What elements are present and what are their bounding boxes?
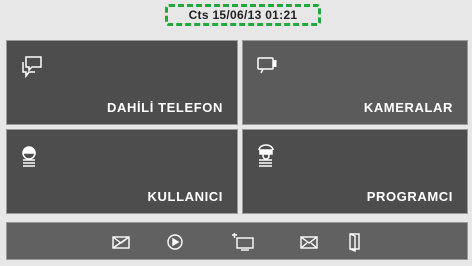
date-time-text: Cts 15/06/13 01:21 [188,8,298,22]
user-tile-label: KULLANICI [147,189,223,204]
user-icon [22,146,36,167]
mail-button[interactable] [299,232,319,252]
ringtone-button[interactable] [165,232,185,252]
video-camera-icon [257,57,277,74]
mail-icon [300,236,318,249]
cameras-tile-button[interactable]: KAMERALAR [242,40,468,125]
monitor-settings-button[interactable] [231,232,255,252]
intercom-tile-button[interactable]: DAHİLİ TELEFON [6,40,238,125]
installer-icon [258,144,274,167]
ringtone-icon [167,234,183,250]
installer-tile-label: PROGRAMCI [366,189,453,204]
chat-bubbles-icon [22,56,42,79]
monitor-settings-icon [232,233,254,251]
message-off-button[interactable] [111,232,131,252]
installer-tile-button[interactable]: PROGRAMCI [242,129,468,214]
date-time-status: Cts 15/06/13 01:21 [165,4,321,26]
intercom-tile-label: DAHİLİ TELEFON [106,100,223,115]
door-button[interactable] [345,232,365,253]
bottom-toolbar [6,222,468,260]
message-off-icon [112,236,130,249]
cameras-tile-label: KAMERALAR [363,100,453,115]
user-tile-button[interactable]: KULLANICI [6,129,238,214]
door-icon [349,233,360,253]
